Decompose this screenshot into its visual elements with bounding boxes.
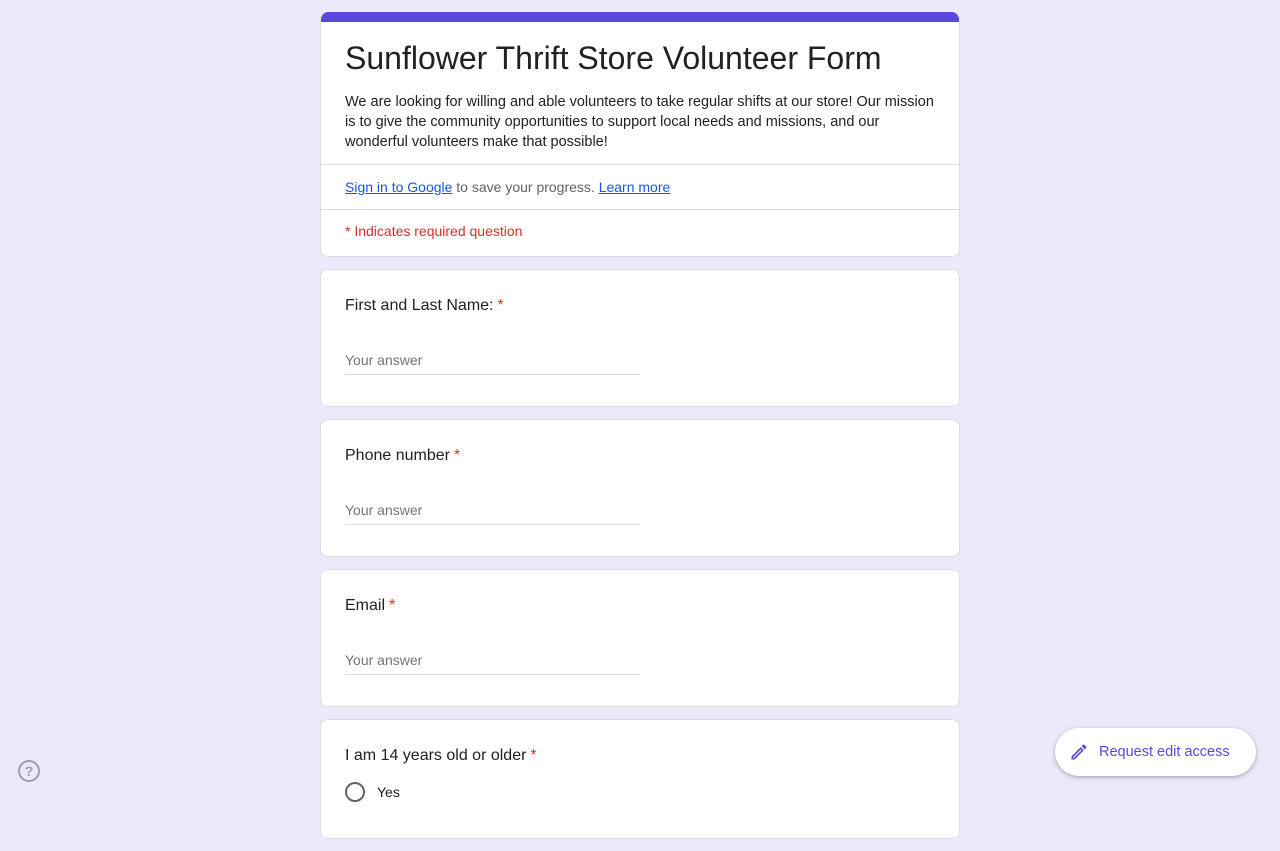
question-card-phone: Phone number * bbox=[320, 419, 960, 557]
question-title: I am 14 years old or older * bbox=[345, 744, 935, 768]
header-accent-bar bbox=[321, 12, 959, 22]
question-label: Email bbox=[345, 597, 386, 614]
request-edit-access-button[interactable]: Request edit access bbox=[1055, 728, 1256, 776]
required-star: * bbox=[497, 297, 504, 314]
question-label: Phone number bbox=[345, 447, 450, 464]
form-container: Sunflower Thrift Store Volunteer Form We… bbox=[320, 12, 960, 851]
question-title: Phone number * bbox=[345, 444, 935, 468]
radio-button[interactable] bbox=[345, 782, 365, 802]
learn-more-link[interactable]: Learn more bbox=[599, 179, 671, 195]
required-star: * bbox=[530, 747, 537, 764]
form-description: We are looking for willing and able volu… bbox=[345, 94, 934, 150]
radio-option-yes[interactable]: Yes bbox=[345, 782, 935, 802]
pencil-icon bbox=[1071, 744, 1087, 760]
phone-input[interactable] bbox=[345, 498, 640, 525]
question-label: I am 14 years old or older bbox=[345, 747, 527, 764]
form-header-card: Sunflower Thrift Store Volunteer Form We… bbox=[320, 12, 960, 257]
question-card-name: First and Last Name: * bbox=[320, 269, 960, 407]
question-title: Email * bbox=[345, 594, 935, 618]
required-star: * bbox=[389, 597, 396, 614]
email-input[interactable] bbox=[345, 648, 640, 675]
radio-label: Yes bbox=[377, 784, 400, 800]
question-card-age: I am 14 years old or older * Yes bbox=[320, 719, 960, 839]
required-note: * Indicates required question bbox=[345, 223, 523, 239]
form-title: Sunflower Thrift Store Volunteer Form bbox=[345, 40, 882, 76]
required-star: * bbox=[453, 447, 461, 464]
signin-row: Sign in to Google to save your progress.… bbox=[321, 165, 959, 209]
name-input[interactable] bbox=[345, 348, 640, 375]
question-label: First and Last Name: bbox=[345, 297, 494, 314]
question-card-email: Email * bbox=[320, 569, 960, 707]
signin-text: to save your progress. bbox=[452, 179, 599, 195]
help-circle-icon[interactable]: ? bbox=[18, 760, 40, 782]
edit-access-label: Request edit access bbox=[1099, 744, 1230, 760]
signin-link[interactable]: Sign in to Google bbox=[345, 179, 452, 195]
question-title: First and Last Name: * bbox=[345, 294, 935, 318]
